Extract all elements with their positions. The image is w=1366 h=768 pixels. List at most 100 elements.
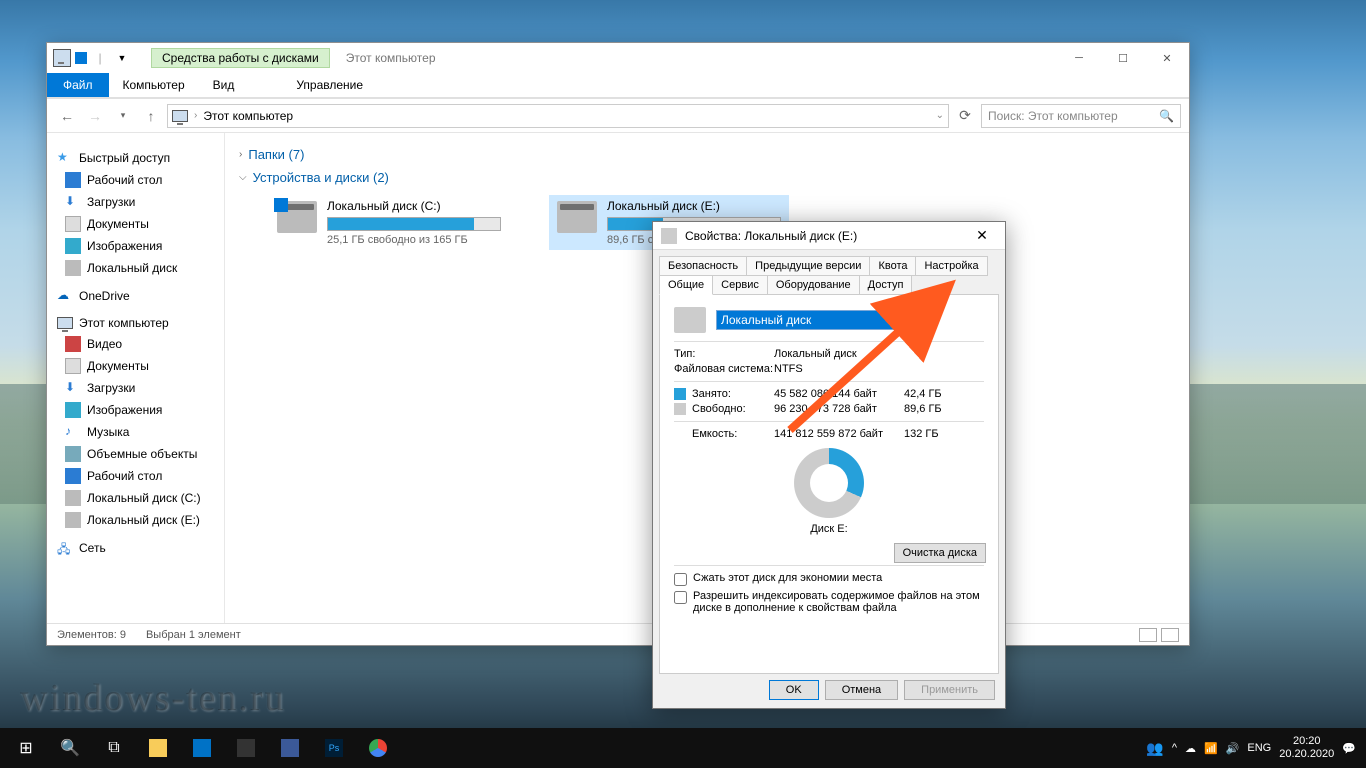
taskbar-calculator[interactable]: [224, 728, 268, 768]
start-button[interactable]: ⊞: [4, 728, 48, 768]
taskbar-chrome[interactable]: [356, 728, 400, 768]
capacity-bytes: 141 812 559 872 байт: [774, 428, 904, 440]
sidebar-quick-access[interactable]: ★Быстрый доступ: [51, 147, 220, 169]
tab-previous-versions[interactable]: Предыдущие версии: [746, 256, 870, 276]
tab-view[interactable]: Вид: [199, 74, 249, 96]
tab-tools[interactable]: Сервис: [712, 275, 768, 295]
taskbar-save-icon[interactable]: [268, 728, 312, 768]
tab-customize[interactable]: Настройка: [915, 256, 987, 276]
refresh-button[interactable]: ⟳: [953, 104, 977, 128]
taskbar-outlook[interactable]: [180, 728, 224, 768]
search-button[interactable]: 🔍: [48, 728, 92, 768]
index-checkbox[interactable]: [674, 591, 687, 604]
recent-dropdown[interactable]: ▾: [111, 104, 135, 128]
disk-cleanup-button[interactable]: Очистка диска: [894, 543, 986, 563]
tab-file[interactable]: Файл: [47, 73, 109, 97]
search-icon[interactable]: 🔍: [1159, 109, 1174, 123]
sidebar-this-pc[interactable]: Этот компьютер: [51, 313, 220, 333]
up-button[interactable]: ↑: [139, 104, 163, 128]
drive-name-input[interactable]: [716, 310, 916, 330]
drive-icon: [674, 307, 706, 333]
tab-sharing[interactable]: Доступ: [859, 275, 913, 295]
drive-icon: [277, 201, 317, 233]
tray-language[interactable]: ENG: [1247, 742, 1271, 754]
used-color-icon: [674, 388, 686, 400]
tray-people-icon[interactable]: 👥: [1146, 740, 1163, 757]
explorer-titlebar[interactable]: | ▼ Средства работы с дисками Этот компь…: [47, 43, 1189, 73]
address-bar: ← → ▾ ↑ › Этот компьютер ⌄ ⟳ Поиск: Этот…: [47, 99, 1189, 133]
close-button[interactable]: ✕: [1145, 44, 1189, 72]
tray-cloud-icon[interactable]: ☁: [1185, 742, 1196, 755]
tab-quota[interactable]: Квота: [869, 256, 916, 276]
qat-dropdown-icon[interactable]: ▼: [113, 49, 131, 67]
tab-computer[interactable]: Компьютер: [109, 74, 199, 96]
sidebar-item-desktop[interactable]: Рабочий стол: [51, 169, 220, 191]
tray-up-icon[interactable]: ^: [1172, 742, 1177, 754]
sidebar-item-3dobjects[interactable]: Объемные объекты: [51, 443, 220, 465]
sidebar-network[interactable]: 🖧Сеть: [51, 537, 220, 559]
path-dropdown-icon[interactable]: ⌄: [936, 110, 944, 121]
sidebar-item-localdisk[interactable]: Локальный диск: [51, 257, 220, 279]
devices-section-header[interactable]: ⌵Устройства и диски (2): [239, 170, 1175, 185]
sidebar-item-downloads2[interactable]: ⬇Загрузки: [51, 377, 220, 399]
chevron-down-icon: ⌵: [239, 172, 247, 183]
tray-network-icon[interactable]: 📶: [1204, 742, 1218, 755]
tab-general[interactable]: Общие: [659, 275, 713, 295]
breadcrumb-current[interactable]: Этот компьютер: [203, 109, 293, 123]
properties-tabs: Безопасность Предыдущие версии Квота Нас…: [653, 250, 1005, 294]
task-view-button[interactable]: ⧉: [92, 728, 136, 768]
taskbar-explorer[interactable]: [136, 728, 180, 768]
forward-button[interactable]: →: [83, 104, 107, 128]
view-details-icon[interactable]: [1139, 628, 1157, 642]
sidebar-item-desktop2[interactable]: Рабочий стол: [51, 465, 220, 487]
ok-button[interactable]: OK: [769, 680, 819, 700]
pc-icon: [172, 110, 188, 122]
window-title: Этот компьютер: [346, 51, 436, 65]
used-gb: 42,4 ГБ: [904, 388, 964, 400]
dialog-titlebar[interactable]: Свойства: Локальный диск (E:) ✕: [653, 222, 1005, 250]
path-input[interactable]: › Этот компьютер ⌄: [167, 104, 949, 128]
back-button[interactable]: ←: [55, 104, 79, 128]
drive-tools-context-tab[interactable]: Средства работы с дисками: [151, 48, 330, 68]
drive-icon: [661, 228, 677, 244]
drive-properties-dialog: Свойства: Локальный диск (E:) ✕ Безопасн…: [652, 221, 1006, 709]
status-selection: Выбран 1 элемент: [146, 629, 241, 641]
taskbar-photoshop[interactable]: Ps: [312, 728, 356, 768]
sidebar-item-documents2[interactable]: Документы: [51, 355, 220, 377]
apply-button[interactable]: Применить: [904, 680, 995, 700]
free-bytes: 96 230 473 728 байт: [774, 403, 904, 415]
tray-volume-icon[interactable]: 🔊: [1226, 742, 1240, 755]
capacity-gb: 132 ГБ: [904, 428, 964, 440]
tab-hardware[interactable]: Оборудование: [767, 275, 860, 295]
close-button[interactable]: ✕: [967, 227, 997, 244]
drive-c[interactable]: Локальный диск (C:) 25,1 ГБ свободно из …: [269, 195, 509, 250]
free-color-icon: [674, 403, 686, 415]
maximize-button[interactable]: ☐: [1101, 44, 1145, 72]
minimize-button[interactable]: ─: [1057, 44, 1101, 72]
search-input[interactable]: Поиск: Этот компьютер 🔍: [981, 104, 1181, 128]
compress-checkbox[interactable]: [674, 573, 687, 586]
sidebar-item-pictures[interactable]: Изображения: [51, 235, 220, 257]
action-center-button[interactable]: 💬: [1342, 742, 1356, 755]
watermark-text: windows-ten.ru: [20, 676, 285, 720]
sidebar-item-videos[interactable]: Видео: [51, 333, 220, 355]
pie-label: Диск E:: [674, 523, 984, 535]
used-label: Занято:: [692, 388, 774, 400]
cancel-button[interactable]: Отмена: [825, 680, 898, 700]
tab-security[interactable]: Безопасность: [659, 256, 747, 276]
folders-section-header[interactable]: ›Папки (7): [239, 147, 1175, 162]
qat-save-icon[interactable]: [75, 52, 87, 64]
sidebar-item-music[interactable]: ♪Музыка: [51, 421, 220, 443]
dialog-title: Свойства: Локальный диск (E:): [685, 229, 857, 243]
sidebar-onedrive[interactable]: ☁OneDrive: [51, 285, 220, 307]
compress-label: Сжать этот диск для экономии места: [693, 572, 882, 584]
sidebar-item-drive-c[interactable]: Локальный диск (C:): [51, 487, 220, 509]
sidebar-item-downloads[interactable]: ⬇Загрузки: [51, 191, 220, 213]
tray-clock[interactable]: 20:20 20.20.2020: [1279, 735, 1334, 761]
view-large-icon[interactable]: [1161, 628, 1179, 642]
sidebar-item-drive-e[interactable]: Локальный диск (E:): [51, 509, 220, 531]
sidebar-item-documents[interactable]: Документы: [51, 213, 220, 235]
tab-manage[interactable]: Управление: [282, 74, 377, 96]
drive-space-bar: [327, 217, 501, 231]
sidebar-item-pictures2[interactable]: Изображения: [51, 399, 220, 421]
